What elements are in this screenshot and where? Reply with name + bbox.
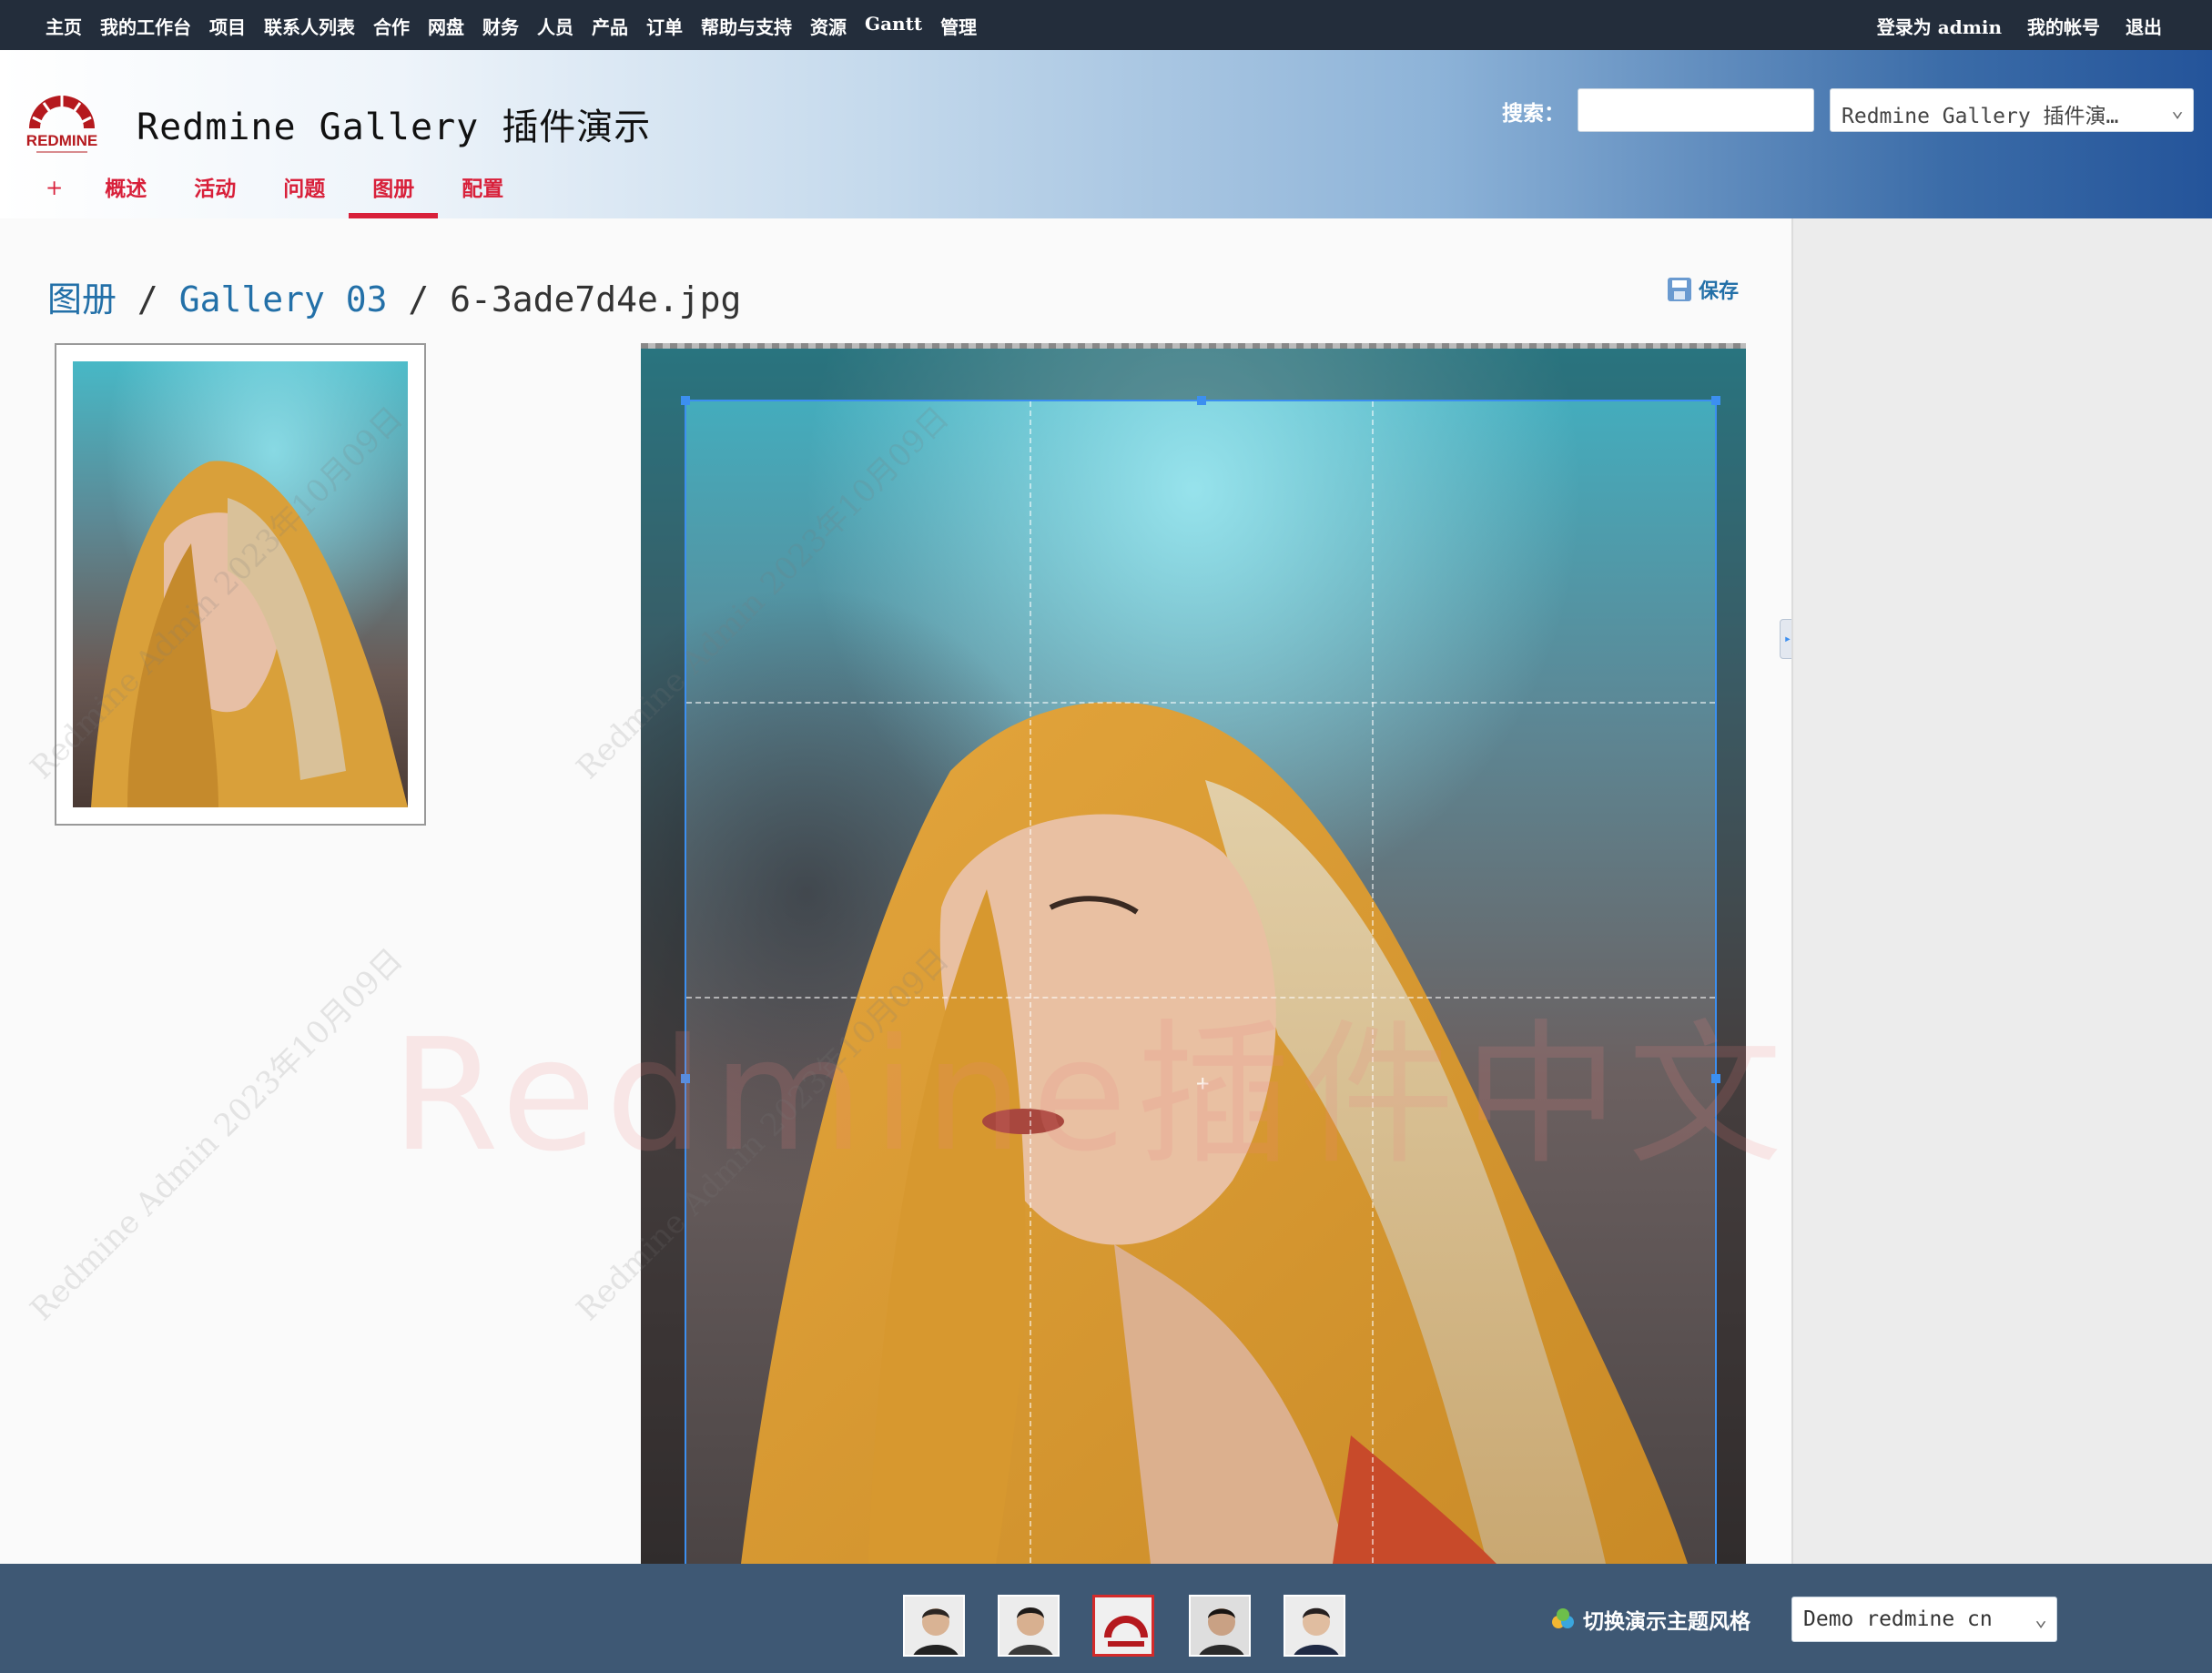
top-menu-item-projects[interactable]: 项目 <box>209 13 246 39</box>
breadcrumb-gallery-link[interactable]: 图册 <box>47 279 117 319</box>
palette-icon <box>1552 1608 1574 1628</box>
crop-guide <box>686 702 1715 705</box>
top-menu-item-my-page[interactable]: 我的工作台 <box>100 13 191 39</box>
tab-gallery[interactable]: 图册 <box>349 168 439 218</box>
crop-box[interactable]: + <box>681 396 1720 1564</box>
tab-activity[interactable]: 活动 <box>170 168 259 218</box>
theme-avatar-2[interactable] <box>998 1595 1060 1657</box>
save-label: 保存 <box>1699 279 1740 303</box>
project-jump-value: Redmine Gallery 插件演… <box>1842 105 2119 128</box>
top-menu-item-help[interactable]: 帮助与支持 <box>701 13 792 39</box>
search-label: 搜索： <box>1502 101 1565 126</box>
header: REDMINE Redmine Gallery 插件演示 搜索： Redmine… <box>0 50 2212 218</box>
image-thumbnail <box>55 343 426 826</box>
page-title: Redmine Gallery 插件演示 <box>137 106 652 148</box>
image-cropper[interactable]: + <box>641 343 1746 1564</box>
logged-in-as: 登录为 admin <box>1877 13 2002 39</box>
my-account-link[interactable]: 我的帐号 <box>2027 13 2100 39</box>
top-menu-item-admin[interactable]: 管理 <box>940 13 977 39</box>
save-icon <box>1668 278 1691 301</box>
top-menu-left: 主页 我的工作台 项目 联系人列表 合作 网盘 财务 人员 产品 订单 帮助与支… <box>46 13 977 39</box>
avatar-image <box>1285 1597 1344 1655</box>
watermark-text-small: Redmine Admin 2023年10月09日 <box>23 941 411 1328</box>
top-menu-item-home[interactable]: 主页 <box>46 13 82 39</box>
crop-handle-ne[interactable] <box>1711 396 1720 405</box>
breadcrumb: 图册 / Gallery 03 / 6-3ade7d4e.jpg <box>47 271 741 321</box>
sidebar-toggle-handle[interactable]: ▸ <box>1780 619 1791 659</box>
redmine-logo-icon <box>1095 1597 1152 1654</box>
top-menu-item-cooperation[interactable]: 合作 <box>373 13 410 39</box>
theme-avatar-3[interactable] <box>1189 1595 1251 1657</box>
content: 图册 / Gallery 03 / 6-3ade7d4e.jpg 保存 + ▸ … <box>0 218 1791 1564</box>
crop-handle-nw[interactable] <box>681 396 690 405</box>
sidebar <box>1791 218 2212 1564</box>
breadcrumb-file-name: 6-3ade7d4e.jpg <box>450 279 742 319</box>
crop-guide <box>1029 401 1031 1564</box>
theme-switch-text: 切换演示主题风格 <box>1583 1609 1750 1634</box>
crop-center-icon: + <box>1196 1070 1210 1096</box>
breadcrumb-album-link[interactable]: Gallery 03 <box>179 279 388 319</box>
account-menu: 登录为 admin 我的帐号 退出 <box>1877 13 2162 39</box>
top-menu-item-gantt[interactable]: Gantt <box>865 13 922 39</box>
editor-edge-stripe <box>641 343 1746 349</box>
theme-select[interactable]: Demo redmine cn ⌄ <box>1791 1597 2057 1642</box>
crop-guide <box>1372 401 1375 1564</box>
top-menu-item-people[interactable]: 人员 <box>537 13 573 39</box>
search-input[interactable] <box>1578 88 1814 132</box>
chevron-down-icon: ⌄ <box>2171 98 2184 122</box>
tab-overview[interactable]: 概述 <box>81 168 170 218</box>
logout-link[interactable]: 退出 <box>2126 13 2162 39</box>
crop-guide <box>686 997 1715 999</box>
theme-switch-label: 切换演示主题风格 <box>1550 1604 1750 1635</box>
crop-handle-e[interactable] <box>1711 1074 1720 1083</box>
project-jump-select[interactable]: Redmine Gallery 插件演… ⌄ <box>1830 88 2194 132</box>
top-menu-item-netdisk[interactable]: 网盘 <box>428 13 464 39</box>
avatar-image <box>1191 1597 1249 1655</box>
main-menu: + 概述 活动 问题 图册 配置 <box>46 168 527 218</box>
top-menu: 主页 我的工作台 项目 联系人列表 合作 网盘 财务 人员 产品 订单 帮助与支… <box>0 0 2212 50</box>
save-button[interactable]: 保存 <box>1668 275 1739 304</box>
theme-select-value: Demo redmine cn <box>1803 1607 1993 1631</box>
thumbnail-photo <box>73 361 408 807</box>
logo-text: REDMINE <box>26 132 97 149</box>
crop-handle-n[interactable] <box>1197 396 1206 405</box>
avatar-image <box>905 1597 963 1655</box>
top-menu-item-resources[interactable]: 资源 <box>810 13 847 39</box>
breadcrumb-separator: / <box>137 279 158 319</box>
redmine-logo: REDMINE <box>26 96 97 153</box>
crop-handle-w[interactable] <box>681 1074 690 1083</box>
avatar-image <box>999 1597 1058 1655</box>
theme-avatar-redmine[interactable] <box>1092 1595 1154 1657</box>
new-object-button[interactable]: + <box>46 168 81 218</box>
top-menu-item-contacts[interactable]: 联系人列表 <box>264 13 355 39</box>
logged-in-as-label: 登录为 <box>1876 16 1932 38</box>
breadcrumb-separator: / <box>408 279 430 319</box>
footer: 切换演示主题风格 Demo redmine cn ⌄ <box>0 1564 2212 1673</box>
chevron-down-icon: ⌄ <box>2034 1607 2047 1631</box>
tab-issues[interactable]: 问题 <box>259 168 349 218</box>
top-menu-item-products[interactable]: 产品 <box>592 13 628 39</box>
tab-settings[interactable]: 配置 <box>438 168 527 218</box>
top-menu-item-finance[interactable]: 财务 <box>482 13 519 39</box>
username-link[interactable]: admin <box>1938 16 2002 38</box>
top-menu-item-orders[interactable]: 订单 <box>646 13 683 39</box>
theme-avatar-1[interactable] <box>903 1595 965 1657</box>
theme-avatar-4[interactable] <box>1284 1595 1345 1657</box>
